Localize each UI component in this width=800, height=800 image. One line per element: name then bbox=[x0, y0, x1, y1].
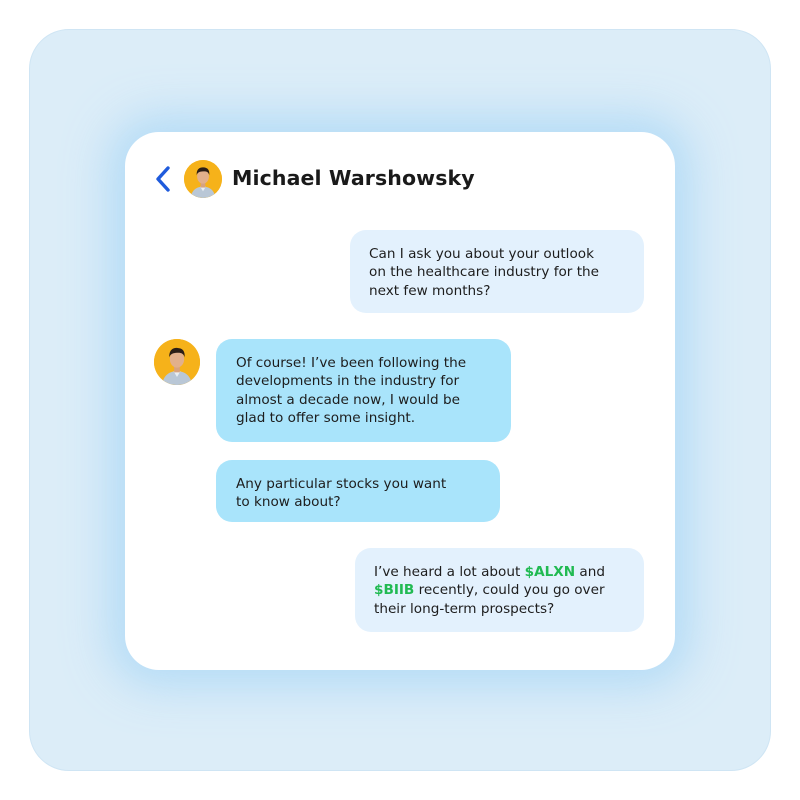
contact-name: Michael Warshowsky bbox=[232, 166, 475, 190]
ticker-symbol[interactable]: $BIIB bbox=[374, 582, 414, 598]
incoming-message: Any particular stocks you want to know a… bbox=[216, 460, 500, 522]
message-text: $BIIB recently, could you go over bbox=[374, 581, 626, 599]
message-text: Of course! I’ve been following the bbox=[236, 355, 467, 371]
contact-avatar[interactable] bbox=[184, 160, 222, 198]
message-text: on the healthcare industry for the bbox=[369, 264, 600, 281]
message-text-segment: I’ve heard a lot about bbox=[374, 564, 525, 580]
back-button[interactable] bbox=[150, 164, 176, 194]
person-avatar-icon bbox=[184, 160, 222, 198]
message-text: glad to offer some insight. bbox=[236, 410, 416, 427]
message-text: Any particular stocks you want bbox=[236, 476, 447, 492]
outgoing-message: Can I ask you about your outlook on the … bbox=[350, 230, 644, 313]
message-text: almost a decade now, I would be bbox=[236, 391, 460, 408]
message-text-segment: recently, could you go over bbox=[414, 582, 605, 599]
chevron-left-icon bbox=[156, 166, 170, 192]
message-text: I’ve heard a lot about $ALXN and bbox=[374, 563, 626, 581]
message-text: developments in the industry for bbox=[236, 373, 460, 390]
ticker-symbol[interactable]: $ALXN bbox=[525, 564, 576, 580]
message-text: next few months? bbox=[369, 282, 491, 299]
person-avatar-icon bbox=[154, 339, 200, 385]
sender-avatar[interactable] bbox=[154, 339, 200, 385]
message-text: to know about? bbox=[236, 494, 341, 511]
message-text-segment: and bbox=[575, 564, 606, 580]
message-text: their long-term prospects? bbox=[374, 600, 555, 617]
outgoing-message: I’ve heard a lot about $ALXN and $BIIB r… bbox=[355, 548, 644, 632]
message-text: Can I ask you about your outlook bbox=[369, 246, 594, 262]
incoming-message: Of course! I’ve been following the devel… bbox=[216, 339, 511, 442]
